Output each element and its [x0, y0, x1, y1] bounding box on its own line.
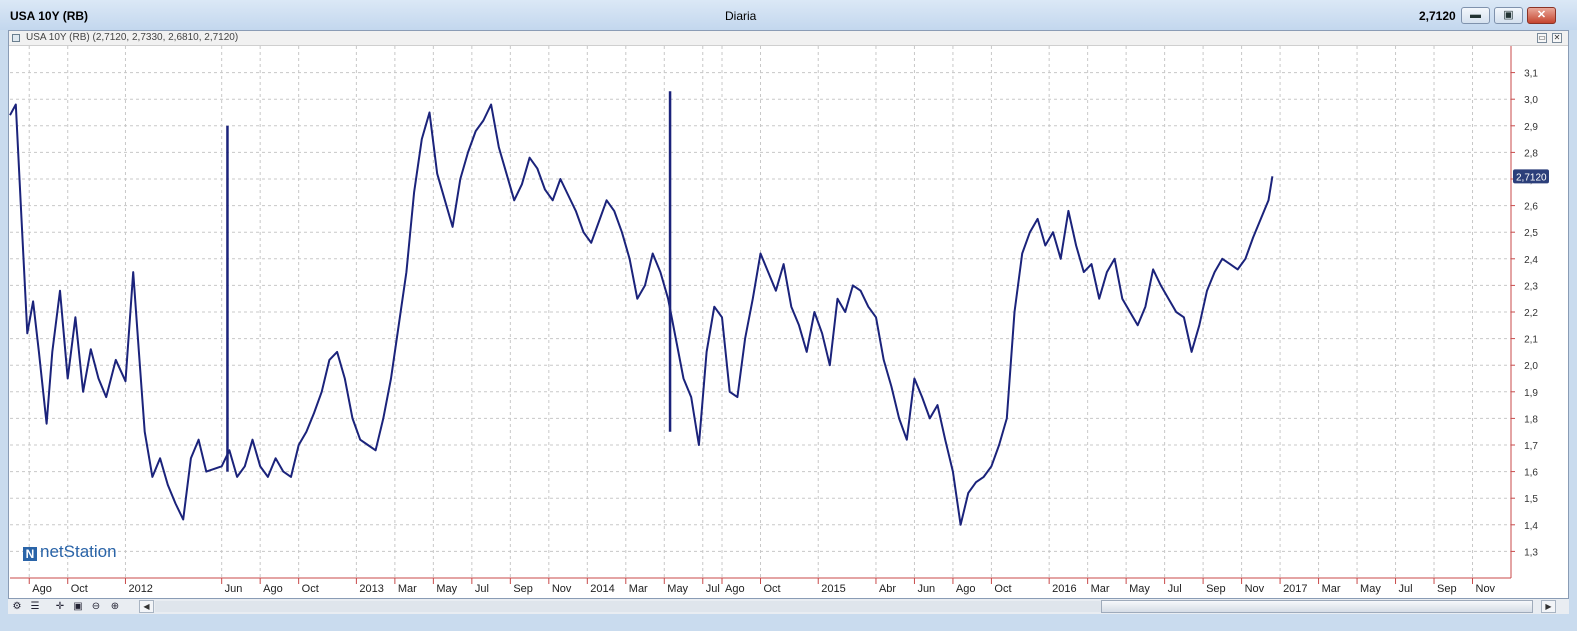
y-tick-label-7: 2,0 — [1524, 361, 1538, 372]
bottom-frame — [0, 614, 1577, 631]
last-price-tag: 2,7120 — [1513, 169, 1549, 184]
x-tick-label-27: Sep — [1206, 583, 1226, 595]
title-bar: USA 10Y (RB) Diaria 2,7120 ▬ ▣ ✕ — [0, 0, 1577, 30]
x-axis-ticks: Ago Oct 2012 Jun Ago Oct 2013 Mar May Jul Sep Nov 20… — [28, 578, 1496, 595]
y-tick-label-12: 2,5 — [1524, 228, 1538, 239]
x-tick-label-5: Oct — [302, 583, 319, 595]
y-tick-label-9: 2,2 — [1524, 308, 1538, 319]
x-tick-label-1: Oct — [71, 583, 88, 595]
y-tick-label-2: 1,5 — [1524, 494, 1538, 505]
crosshair-icon[interactable]: ✛ — [53, 600, 67, 613]
x-tick-label-6: 2013 — [359, 583, 383, 595]
x-tick-label-4: Ago — [263, 583, 283, 595]
x-tick-label-23: 2016 — [1052, 583, 1076, 595]
x-tick-label-3: Jun — [225, 583, 243, 595]
y-tick-label-4: 1,7 — [1524, 441, 1538, 452]
fit-icon[interactable]: ▣ — [71, 600, 85, 613]
x-tick-label-21: Ago — [956, 583, 976, 595]
logo-text: netStation — [40, 542, 117, 561]
x-tick-label-28: Nov — [1245, 583, 1265, 595]
properties-icon[interactable]: ☰ — [28, 600, 42, 613]
x-tick-label-26: Jul — [1168, 583, 1182, 595]
scroll-right-button[interactable]: ▶ — [1541, 600, 1556, 613]
x-tick-label-14: May — [667, 583, 688, 595]
x-tick-label-30: Mar — [1322, 583, 1341, 595]
x-tick-label-18: 2015 — [821, 583, 845, 595]
period-label: Diaria — [725, 9, 757, 23]
status-bar: ⚙ ☰ ✛ ▣ ⊖ ⊕ ◀ ▶ — [8, 599, 1569, 614]
x-tick-label-20: Jun — [917, 583, 935, 595]
x-tick-label-13: Mar — [629, 583, 648, 595]
zoom-out-icon[interactable]: ⊖ — [89, 600, 103, 613]
maximize-icon: ▣ — [1503, 9, 1514, 21]
x-tick-label-9: Jul — [475, 583, 489, 595]
scroll-left-button[interactable]: ◀ — [139, 600, 154, 613]
x-tick-label-31: May — [1360, 583, 1381, 595]
x-tick-label-2: 2012 — [128, 583, 152, 595]
maximize-button[interactable]: ▣ — [1494, 7, 1523, 24]
x-tick-label-34: Nov — [1476, 583, 1496, 595]
spike-lines — [226, 91, 672, 472]
window-title: USA 10Y (RB) — [10, 9, 89, 23]
price-chart[interactable]: 1,3 1,4 1,5 1,6 1,7 1,8 1,9 2,0 2,1 2,2 2,3 2,4 2,5 2… — [8, 30, 1569, 599]
x-tick-label-19: Abr — [879, 583, 896, 595]
x-tick-label-0: Ago — [32, 583, 52, 595]
last-price: 2,7120 — [1419, 9, 1456, 23]
x-tick-label-12: 2014 — [590, 583, 614, 595]
y-tick-label-1: 1,4 — [1524, 521, 1538, 532]
x-tick-label-7: Mar — [398, 583, 417, 595]
x-tick-label-32: Jul — [1399, 583, 1413, 595]
zoom-in-icon[interactable]: ⊕ — [108, 600, 122, 613]
x-tick-label-10: Sep — [513, 583, 533, 595]
y-tick-label-5: 1,8 — [1524, 414, 1538, 425]
y-tick-label-17: 3,0 — [1524, 95, 1538, 106]
y-tick-label-3: 1,6 — [1524, 468, 1538, 479]
y-tick-label-8: 2,1 — [1524, 335, 1538, 346]
close-icon: ✕ — [1536, 9, 1547, 21]
scroll-thumb[interactable] — [1101, 600, 1533, 613]
x-tick-label-11: Nov — [552, 583, 572, 595]
x-tick-label-8: May — [436, 583, 457, 595]
x-tick-label-33: Sep — [1437, 583, 1457, 595]
x-tick-label-16: Ago — [725, 583, 745, 595]
x-tick-label-29: 2017 — [1283, 583, 1307, 595]
x-tick-label-17: Oct — [764, 583, 781, 595]
y-tick-label-11: 2,4 — [1524, 255, 1538, 266]
y-tick-label-6: 1,9 — [1524, 388, 1538, 399]
y-tick-label-0: 1,3 — [1524, 547, 1538, 558]
minimize-icon: ▬ — [1470, 9, 1481, 21]
y-tick-label-15: 2,8 — [1524, 148, 1538, 159]
netstation-logo: NnetStation — [23, 542, 117, 562]
close-button[interactable]: ✕ — [1527, 7, 1556, 24]
x-tick-label-15: Jul — [706, 583, 720, 595]
y-tick-label-16: 2,9 — [1524, 122, 1538, 133]
y-tick-label-10: 2,3 — [1524, 281, 1538, 292]
price-tag-label: 2,7120 — [1516, 172, 1547, 183]
settings-icon[interactable]: ⚙ — [10, 600, 24, 613]
x-tick-label-24: Mar — [1091, 583, 1110, 595]
series-line-usa10y — [9, 103, 1274, 526]
chart-grid — [10, 46, 1511, 578]
y-tick-label-18: 3,1 — [1524, 69, 1538, 80]
x-tick-label-22: Oct — [994, 583, 1011, 595]
x-tick-label-25: May — [1129, 583, 1150, 595]
minimize-button[interactable]: ▬ — [1461, 7, 1490, 24]
y-tick-label-13: 2,6 — [1524, 202, 1538, 213]
y-axis-ticks: 1,3 1,4 1,5 1,6 1,7 1,8 1,9 2,0 2,1 2,2 2,3 2,4 2,5 2… — [1511, 69, 1538, 558]
logo-mark-icon: N — [23, 547, 37, 561]
